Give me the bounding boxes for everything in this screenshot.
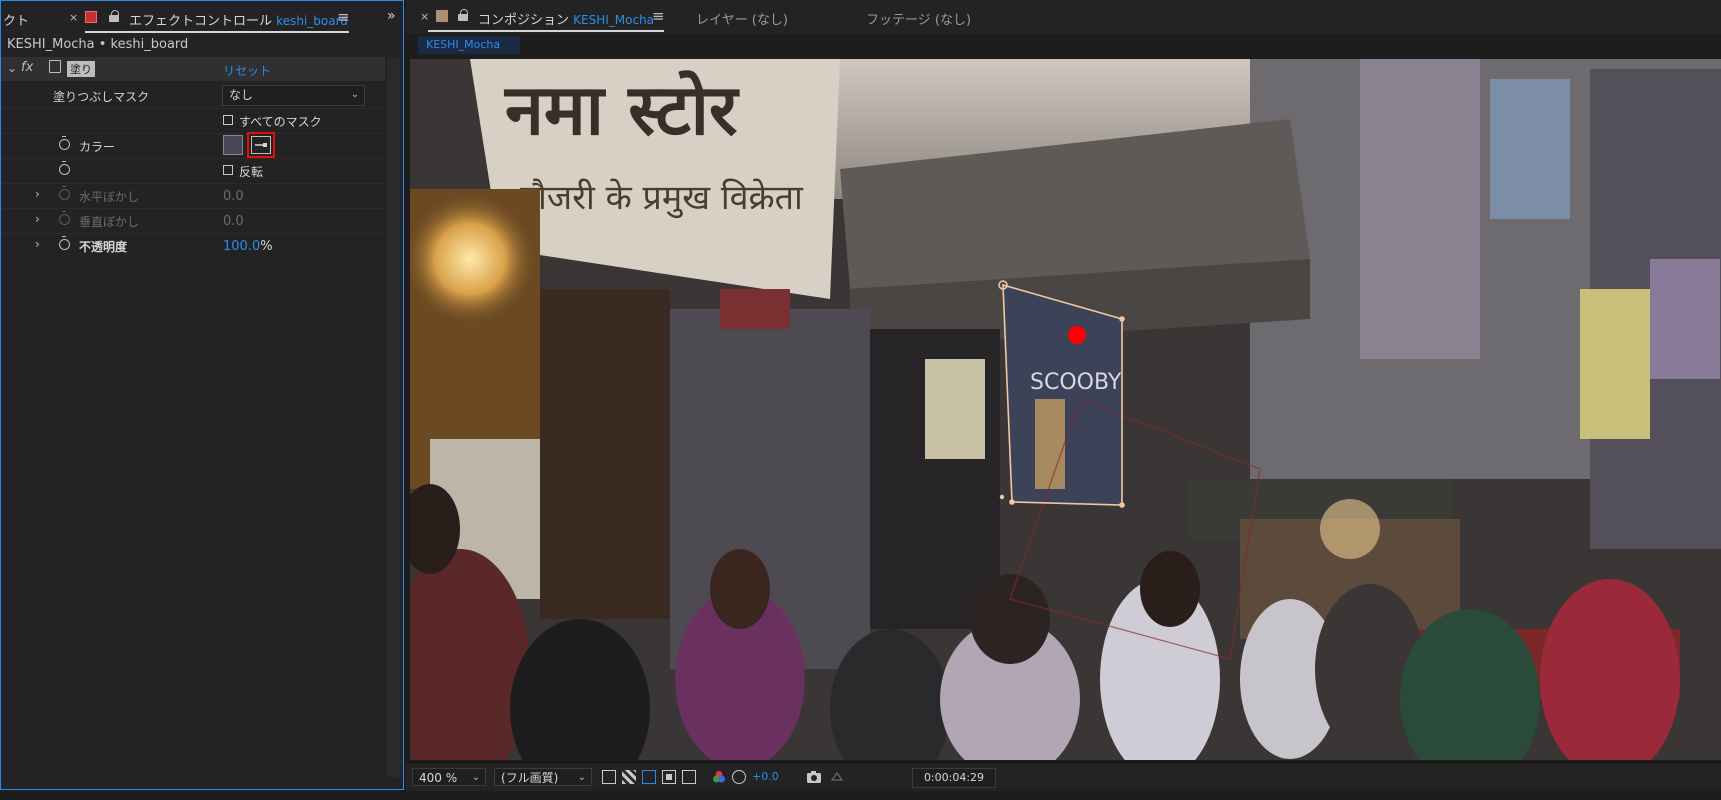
zoom-dropdown[interactable]: 400 % ⌄ <box>412 768 486 786</box>
tab-composition-name: KESHI_Mocha <box>573 13 655 27</box>
zoom-value: 400 % <box>419 771 458 785</box>
opacity-unit: % <box>260 239 273 254</box>
effect-preset-icon <box>49 60 61 73</box>
vertical-feather-label: 垂直ぼかし <box>79 215 140 229</box>
resolution-dropdown[interactable]: (フル画質) ⌄ <box>494 768 592 786</box>
active-tab-underline <box>85 31 349 33</box>
eyedropper-button[interactable] <box>251 136 271 154</box>
grid-guides-icon[interactable] <box>682 770 696 784</box>
expand-chevron-icon[interactable]: › <box>35 212 40 226</box>
lock-icon[interactable] <box>458 9 468 21</box>
composition-panel: × コンポジション KESHI_Mocha ≡ レイヤー (なし) フッテージ … <box>406 0 1721 791</box>
left-panel-scrollbar[interactable] <box>387 57 401 777</box>
effect-header-row: ⌄ fx 塗り リセット <box>1 57 385 81</box>
svg-text:नमा स्टोर: नमा स्टोर <box>503 69 740 151</box>
region-of-interest-icon[interactable] <box>662 770 676 784</box>
fill-mask-dropdown[interactable]: なし ⌄ <box>222 85 365 106</box>
panel-menu-icon[interactable]: ≡ <box>652 7 665 25</box>
effect-controls-panel: クト × エフェクトコントロール keshi_board ≡ » KESHI_M… <box>0 0 404 790</box>
opacity-number: 100.0 <box>223 239 261 254</box>
color-label: カラー <box>79 140 116 154</box>
horizontal-feather-row: › 水平ぼかし 0.0 <box>1 183 385 209</box>
composition-color-icon <box>436 10 448 22</box>
opacity-row: › 不透明度 100.0% <box>1 233 385 258</box>
tab-layer[interactable]: レイヤー (なし) <box>696 9 788 28</box>
left-tab-bar: クト × エフェクトコントロール keshi_board ≡ » <box>1 1 403 35</box>
viewer-toolbar: 400 % ⌄ (フル画質) ⌄ +0.0 0:00:04:29 <box>406 762 1721 791</box>
stopwatch-icon[interactable] <box>59 161 70 175</box>
horizontal-feather-value: 0.0 <box>223 189 244 204</box>
color-swatch[interactable] <box>223 135 243 155</box>
fill-mask-row: 塗りつぶしマスク なし ⌄ <box>1 83 385 109</box>
stopwatch-icon <box>59 211 70 225</box>
chevron-down-icon: ⌄ <box>350 89 359 100</box>
camera-icon <box>807 771 821 783</box>
exposure-value[interactable]: +0.0 <box>752 770 779 783</box>
tab-footage[interactable]: フッテージ (なし) <box>866 9 971 28</box>
snapshot-camera-icon[interactable] <box>806 770 821 784</box>
stopwatch-icon <box>59 186 70 200</box>
stopwatch-icon[interactable] <box>59 136 70 150</box>
color-channels-icon[interactable] <box>712 770 726 784</box>
vertical-feather-row: › 垂直ぼかし 0.0 <box>1 208 385 234</box>
fill-mask-value: なし <box>229 88 254 102</box>
fill-mask-label: 塗りつぶしマスク <box>53 90 150 104</box>
tab-composition[interactable]: コンポジション KESHI_Mocha <box>478 9 654 28</box>
invert-label: 反転 <box>239 165 264 179</box>
lock-icon[interactable] <box>109 10 119 22</box>
stopwatch-icon[interactable] <box>59 236 70 250</box>
current-time-display[interactable]: 0:00:04:29 <box>912 768 996 788</box>
eyedropper-icon <box>255 143 267 147</box>
close-tab-icon[interactable]: × <box>69 11 78 24</box>
tab-composition-title: コンポジション <box>478 13 570 28</box>
all-masks-checkbox[interactable] <box>223 115 233 125</box>
fast-previews-icon[interactable] <box>602 770 616 784</box>
snapshot-show-icon <box>830 771 844 781</box>
effect-panel-color-icon <box>85 11 97 23</box>
active-tab-underline <box>428 30 664 32</box>
color-row: カラー <box>1 132 385 159</box>
composition-breadcrumb-chip[interactable]: KESHI_Mocha <box>418 36 520 54</box>
collapse-effect-chevron-icon[interactable]: ⌄ <box>7 61 17 75</box>
show-snapshot-icon[interactable] <box>830 770 844 784</box>
fx-toggle-icon[interactable]: fx <box>21 60 33 75</box>
reset-link[interactable]: リセット <box>223 62 271 79</box>
svg-text:SCOOBY: SCOOBY <box>1030 370 1122 395</box>
expand-chevron-icon[interactable]: › <box>35 187 40 201</box>
all-masks-label: すべてのマスク <box>239 115 322 129</box>
close-tab-icon[interactable]: × <box>420 10 429 23</box>
all-masks-row: すべてのマスク <box>1 108 385 134</box>
composition-viewer[interactable]: नमा स्टोर हौजरी के प्रमुख विक्रेता SCOOB… <box>410 59 1721 760</box>
opacity-value[interactable]: 100.0% <box>223 239 273 254</box>
tab-effect-controls-title: エフェクトコントロール <box>129 14 273 29</box>
invert-row: 反転 <box>1 158 385 184</box>
transparency-grid-icon[interactable] <box>622 770 636 784</box>
breadcrumb: KESHI_Mocha • keshi_board <box>7 37 189 52</box>
invert-checkbox[interactable] <box>223 165 233 175</box>
tab-project-partial[interactable]: クト <box>3 10 29 29</box>
tab-effect-controls[interactable]: エフェクトコントロール keshi_board <box>129 10 348 29</box>
right-tab-bar: × コンポジション KESHI_Mocha ≡ レイヤー (なし) フッテージ … <box>406 0 1721 34</box>
rgb-circles-icon <box>713 771 725 783</box>
mask-visibility-icon[interactable] <box>642 770 656 784</box>
effect-name-label[interactable]: 塗り <box>67 61 95 77</box>
svg-text:हौजरी के प्रमुख विक्रेता: हौजरी के प्रमुख विक्रेता <box>520 178 804 219</box>
expand-panels-icon[interactable]: » <box>387 8 396 24</box>
chevron-down-icon: ⌄ <box>577 772 586 783</box>
resolution-value: (フル画質) <box>501 771 559 785</box>
exposure-reset-icon[interactable] <box>732 770 746 784</box>
horizontal-feather-label: 水平ぼかし <box>79 190 140 204</box>
expand-chevron-icon[interactable]: › <box>35 237 40 251</box>
opacity-label: 不透明度 <box>79 240 128 254</box>
chevron-down-icon: ⌄ <box>471 772 480 783</box>
panel-menu-icon[interactable]: ≡ <box>337 8 350 26</box>
video-frame: नमा स्टोर हौजरी के प्रमुख विक्रेता SCOOB… <box>410 59 1721 760</box>
vertical-feather-value: 0.0 <box>223 214 244 229</box>
